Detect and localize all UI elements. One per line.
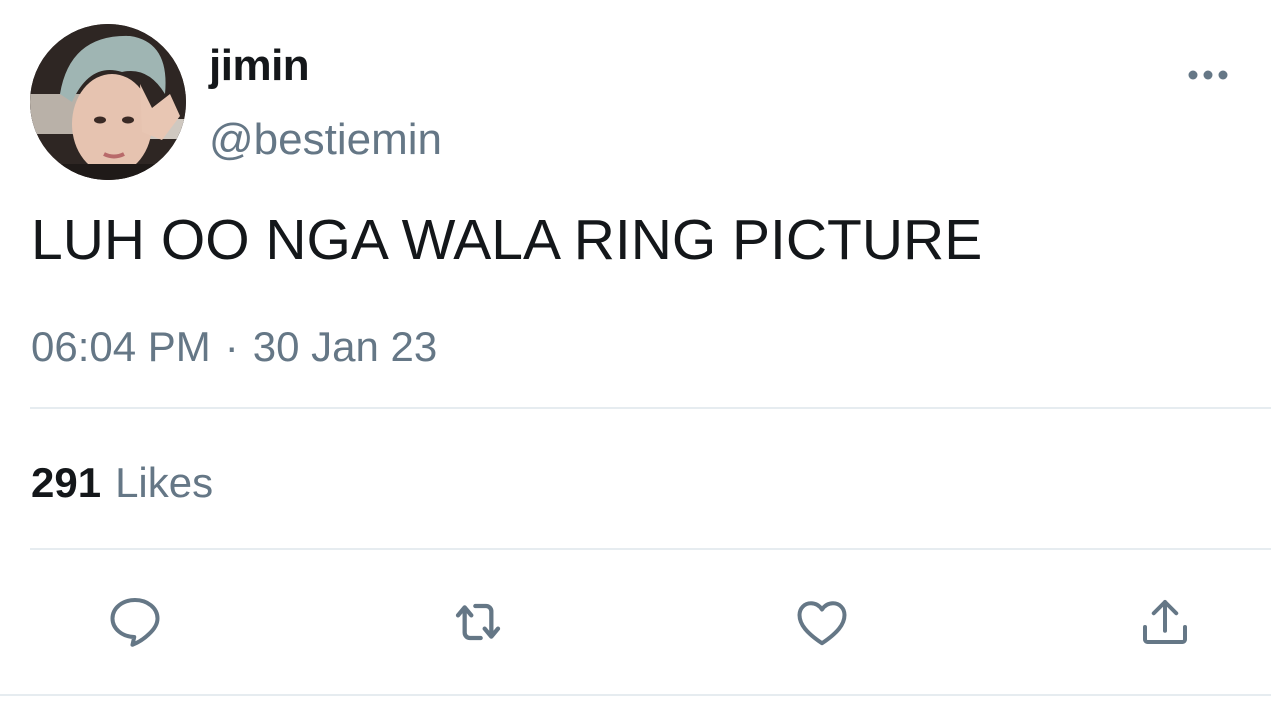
likes-count: 291 <box>31 459 102 506</box>
likes-stat[interactable]: 291 Likes <box>31 458 213 508</box>
share-icon <box>1143 600 1187 644</box>
avatar-image <box>30 24 186 180</box>
tweet-date: 30 Jan 23 <box>252 323 438 370</box>
retweet-icon <box>455 603 501 641</box>
tweet-detail: jimin @bestiemin LUH OO NGA WALA RING PI… <box>0 0 1271 714</box>
reply-icon <box>110 598 160 647</box>
tweet-timestamp[interactable]: 06:04 PM · 30 Jan 23 <box>31 322 437 372</box>
reply-button[interactable] <box>103 590 167 654</box>
avatar[interactable] <box>30 24 186 180</box>
like-button[interactable] <box>790 590 854 654</box>
share-button[interactable] <box>1133 590 1197 654</box>
more-options-button[interactable] <box>1180 58 1236 92</box>
tweet-time: 06:04 PM <box>31 323 211 370</box>
divider <box>30 407 1271 409</box>
likes-label: Likes <box>115 459 214 506</box>
user-handle[interactable]: @bestiemin <box>209 114 442 166</box>
meta-separator: · <box>224 323 239 370</box>
divider <box>30 548 1271 550</box>
display-name[interactable]: jimin <box>209 40 310 92</box>
tweet-text: LUH OO NGA WALA RING PICTURE <box>31 208 983 272</box>
divider <box>0 694 1271 696</box>
heart-icon <box>797 601 847 646</box>
more-icon <box>1188 70 1228 80</box>
retweet-button[interactable] <box>446 590 510 654</box>
